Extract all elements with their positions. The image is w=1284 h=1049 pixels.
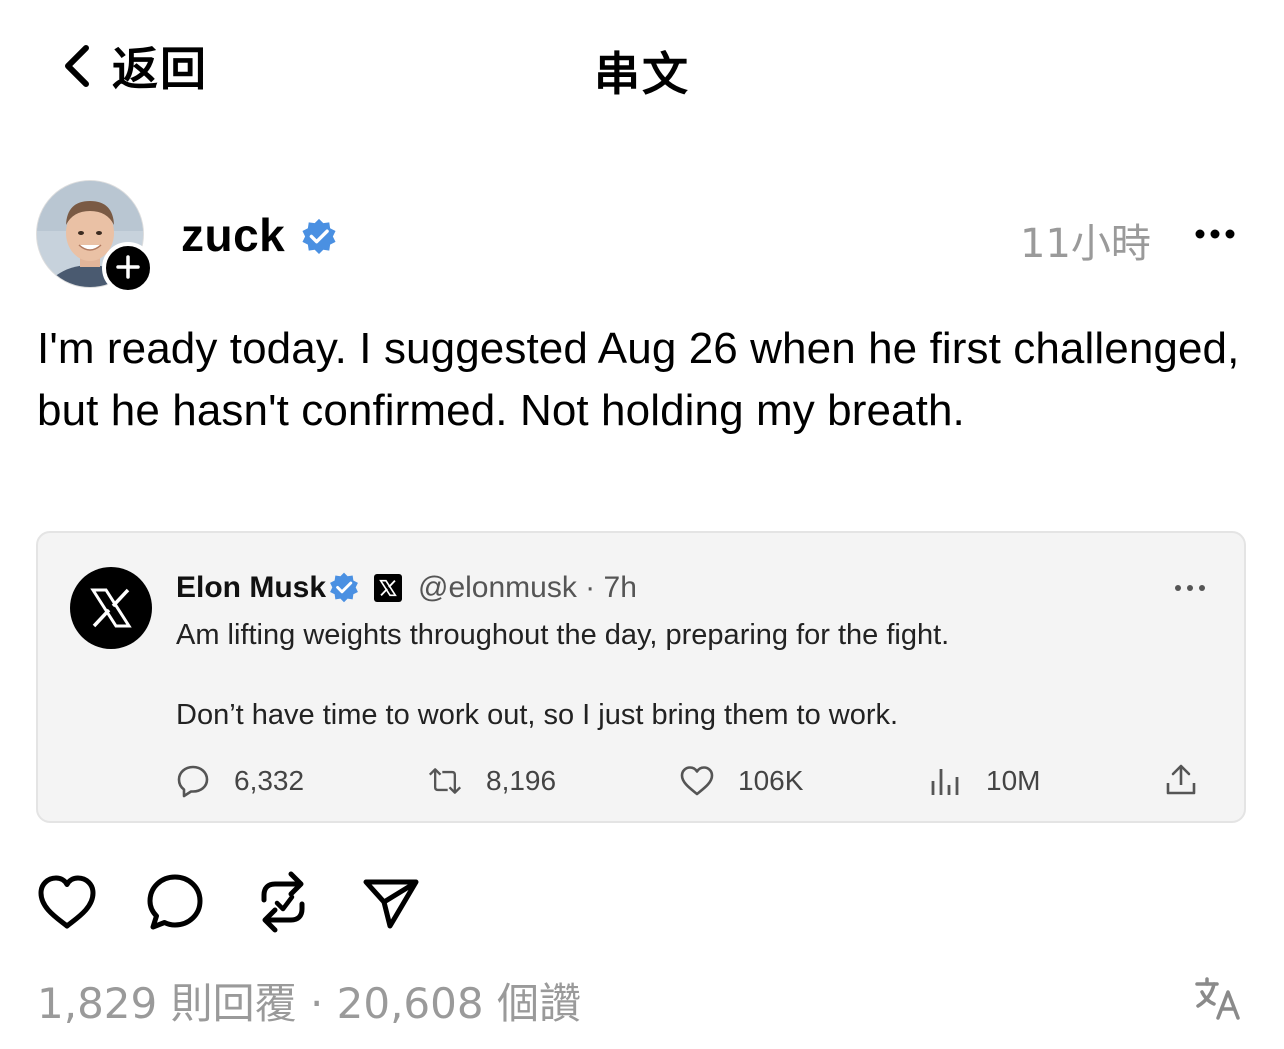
quoted-text-line-1: Am lifting weights throughout the day, p… bbox=[176, 619, 950, 651]
quoted-text-line-2: Don’t have time to work out, so I just b… bbox=[176, 699, 899, 731]
x-logo-avatar bbox=[70, 567, 152, 649]
share-button[interactable] bbox=[360, 872, 422, 936]
more-horizontal-icon bbox=[1174, 581, 1206, 598]
views-count: 10M bbox=[986, 765, 1041, 796]
send-icon bbox=[362, 874, 420, 935]
more-horizontal-icon bbox=[1194, 229, 1238, 252]
comment-icon bbox=[145, 872, 205, 937]
x-affiliation-icon bbox=[374, 574, 402, 602]
plus-icon bbox=[115, 249, 141, 287]
quoted-like-stat: 106K bbox=[680, 761, 803, 801]
quoted-author-name[interactable]: Elon Musk bbox=[176, 571, 326, 605]
quoted-post-card[interactable]: Elon Musk @elonmusk · 7h Am lifting weig… bbox=[36, 531, 1246, 823]
x-logo-icon bbox=[90, 588, 132, 628]
quoted-more-button[interactable] bbox=[1174, 581, 1206, 593]
verified-badge-icon bbox=[300, 217, 338, 255]
quoted-share-button[interactable] bbox=[1164, 763, 1198, 797]
translate-icon bbox=[1194, 977, 1242, 1024]
repost-count: 8,196 bbox=[486, 765, 557, 796]
reply-like-summary[interactable]: 1,829 則回覆 · 20,608 個讚 bbox=[37, 970, 581, 1031]
repost-button[interactable] bbox=[252, 870, 314, 939]
post-text: I'm ready today. I suggested Aug 26 when… bbox=[37, 324, 1240, 435]
more-options-button[interactable] bbox=[1194, 220, 1238, 248]
reply-icon bbox=[176, 764, 210, 798]
quoted-reply-stat: 6,332 bbox=[176, 761, 304, 801]
author-name[interactable]: zuck bbox=[181, 208, 285, 262]
page-title: 串文 bbox=[594, 47, 690, 101]
quoted-handle: @elonmusk · 7h bbox=[418, 571, 637, 604]
repost-icon bbox=[255, 870, 311, 939]
reply-count: 6,332 bbox=[234, 765, 305, 796]
comment-button[interactable] bbox=[144, 872, 206, 936]
heart-icon bbox=[680, 764, 714, 798]
quoted-views-stat: 10M bbox=[928, 761, 1040, 801]
post-timestamp: 11小時 bbox=[1020, 221, 1151, 267]
author-avatar-container[interactable] bbox=[36, 180, 154, 294]
translate-button[interactable] bbox=[1194, 976, 1242, 1020]
retweet-icon bbox=[428, 764, 462, 798]
like-button[interactable] bbox=[36, 872, 98, 936]
heart-icon bbox=[37, 874, 97, 935]
bar-chart-icon bbox=[928, 764, 962, 798]
follow-plus-button[interactable] bbox=[102, 242, 154, 294]
verified-badge-icon bbox=[328, 571, 360, 603]
top-nav-bar: 返回 串文 bbox=[0, 0, 1284, 130]
like-count: 106K bbox=[738, 765, 804, 796]
upload-icon bbox=[1164, 764, 1198, 801]
quoted-repost-stat: 8,196 bbox=[428, 761, 556, 801]
